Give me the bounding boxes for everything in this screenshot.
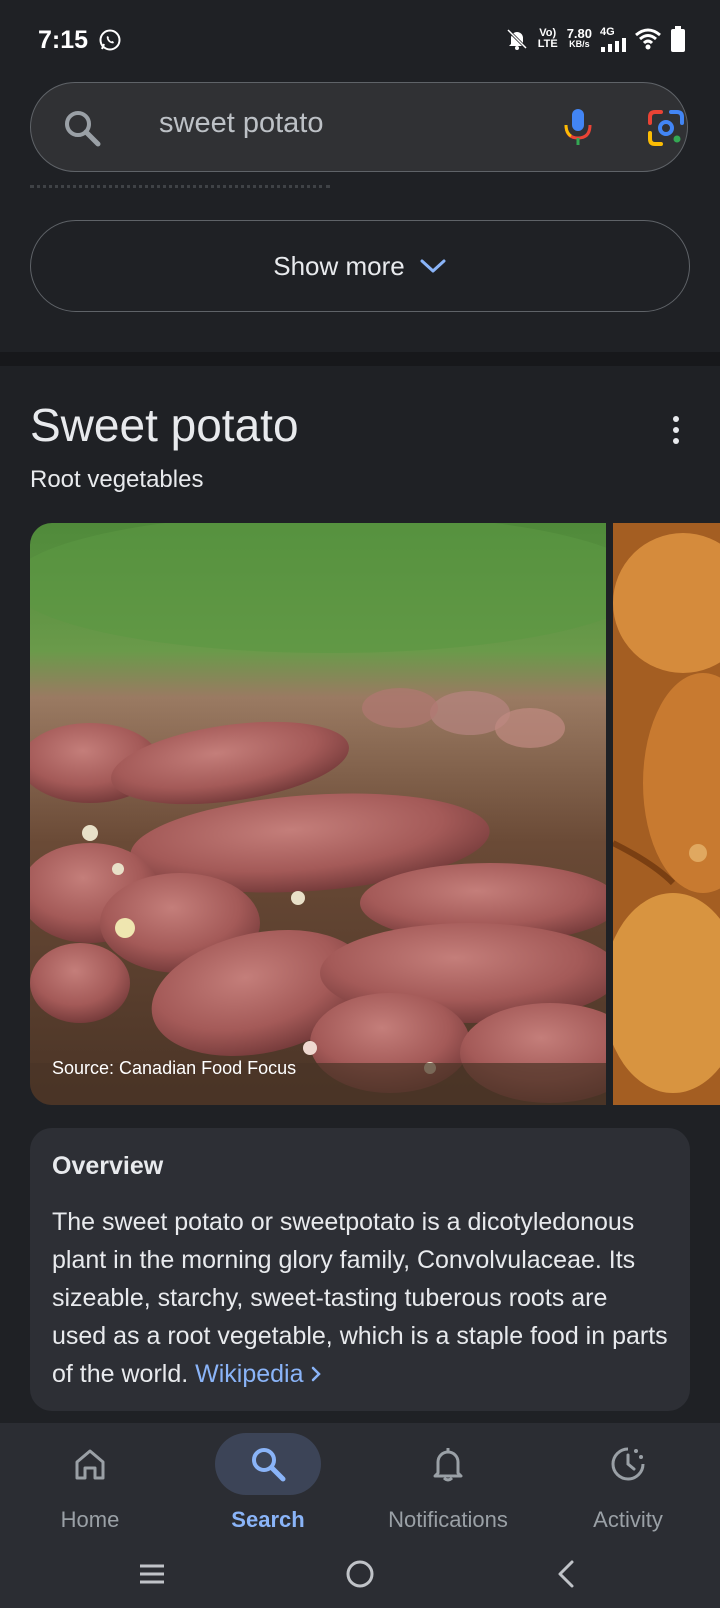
sweet-potato-photo-2 (613, 523, 720, 1105)
show-more-button[interactable]: Show more (30, 220, 690, 312)
more-options-icon[interactable] (666, 414, 686, 446)
back-icon[interactable] (548, 1557, 588, 1591)
knowledge-panel-title: Sweet potato (30, 399, 299, 451)
knowledge-panel-subtitle: Root vegetables (30, 466, 204, 493)
wifi-icon (635, 28, 661, 50)
microphone-icon[interactable] (563, 107, 593, 147)
sweet-potato-photo (30, 523, 606, 1105)
home-icon (75, 1449, 105, 1480)
activity-icon (611, 1447, 645, 1481)
wikipedia-link-label: Wikipedia (195, 1360, 304, 1388)
nav-search[interactable]: Search (178, 1423, 358, 1543)
whatsapp-icon (99, 29, 121, 51)
system-navigation-bar (0, 1543, 720, 1608)
search-icon (252, 1448, 286, 1482)
section-divider (0, 352, 720, 366)
bottom-navigation: Home Search Notifications Activity (0, 1423, 720, 1543)
nav-search-label: Search (231, 1507, 305, 1532)
overview-heading: Overview (52, 1152, 164, 1180)
status-icons: Vo) LTE 7.80 KB/s 4G (505, 26, 686, 52)
nav-notifications-label: Notifications (388, 1507, 508, 1532)
wikipedia-link[interactable]: Wikipedia (195, 1360, 322, 1388)
chevron-down-icon (420, 259, 446, 273)
nav-activity-label: Activity (593, 1507, 663, 1532)
faded-result-link (30, 178, 330, 194)
overview-body: The sweet potato or sweetpotato is a dic… (52, 1208, 668, 1388)
sweet-potato-image-2[interactable] (613, 523, 720, 1105)
google-lens-icon[interactable] (647, 109, 685, 147)
bell-icon (433, 1448, 463, 1482)
volte-indicator: Vo) LTE (537, 27, 558, 50)
nav-notifications[interactable]: Notifications (358, 1423, 538, 1543)
show-more-label: Show more (273, 250, 405, 281)
overview-text: The sweet potato or sweetpotato is a dic… (52, 1203, 668, 1393)
search-input[interactable]: sweet potato (159, 107, 323, 140)
status-bar: 7:15 Vo) LTE 7.80 KB/s 4G (0, 0, 720, 80)
bell-off-icon (506, 28, 527, 50)
status-time: 7:15 (38, 25, 89, 54)
search-icon (65, 111, 101, 147)
recent-apps-icon[interactable] (132, 1557, 172, 1591)
network-speed: 7.80 KB/s (566, 26, 592, 49)
battery-icon (671, 26, 685, 52)
cell-signal: 4G (600, 26, 626, 52)
chevron-right-icon (312, 1366, 322, 1382)
nav-home-label: Home (60, 1507, 120, 1532)
image-source: Source: Canadian Food Focus (52, 1058, 297, 1078)
nav-activity[interactable]: Activity (538, 1423, 718, 1543)
search-bar[interactable]: sweet potato (30, 82, 688, 172)
overview-card: Overview The sweet potato or sweetpotato… (30, 1128, 690, 1411)
home-button-icon[interactable] (340, 1557, 380, 1591)
signal-bars-icon (601, 37, 626, 52)
nav-home[interactable]: Home (0, 1423, 180, 1543)
sweet-potato-image[interactable]: Source: Canadian Food Focus (30, 523, 606, 1105)
